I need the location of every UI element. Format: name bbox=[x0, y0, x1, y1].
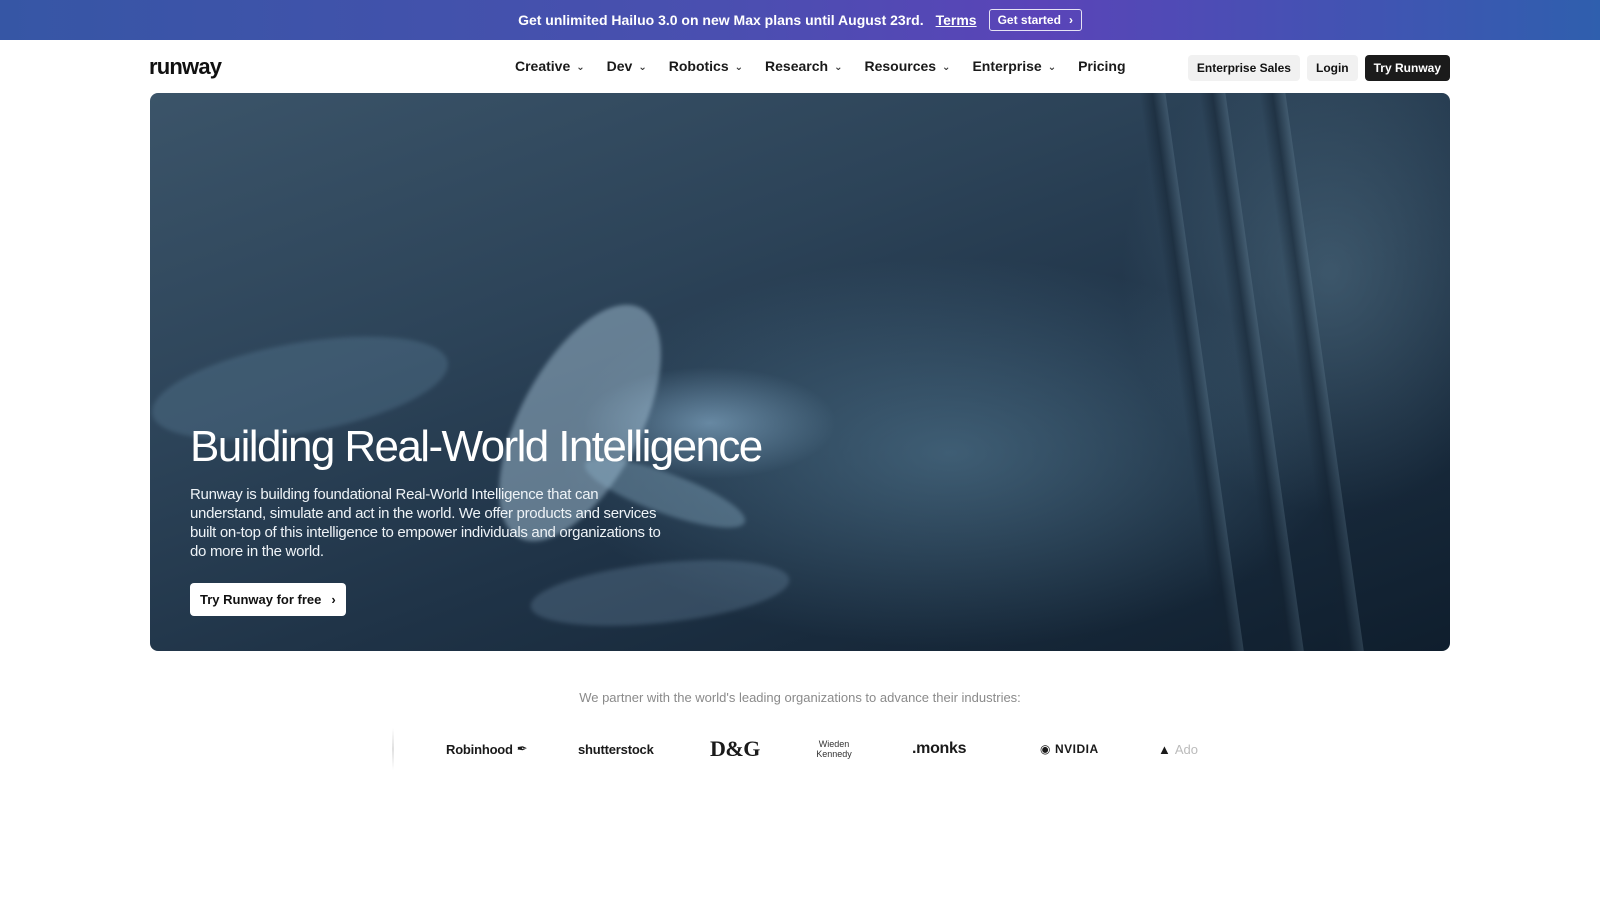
hero-description: Runway is building foundational Real-Wor… bbox=[190, 486, 661, 561]
get-started-label: Get started bbox=[997, 13, 1061, 27]
hero-title: Building Real-World Intelligence bbox=[190, 422, 763, 471]
nav-actions: Enterprise Sales Login Try Runway bbox=[1187, 55, 1450, 81]
chevron-down-icon: ⌄ bbox=[734, 61, 744, 73]
try-runway-button[interactable]: Try Runway bbox=[1364, 55, 1450, 81]
chevron-right-icon: › bbox=[1068, 13, 1073, 27]
nav-item-resources[interactable]: Resources ⌄ bbox=[864, 58, 950, 74]
nav-menu: Creative ⌄ Dev ⌄ Robotics ⌄ Research ⌄ R… bbox=[515, 58, 1126, 74]
adobe-logo: ▲ Ado bbox=[1158, 741, 1199, 757]
try-runway-free-label: Try Runway for free bbox=[200, 592, 322, 608]
nav-item-label: Enterprise bbox=[972, 58, 1042, 74]
top-navigation: runway Creative ⌄ Dev ⌄ Robotics ⌄ Resea… bbox=[0, 40, 1600, 94]
shutterstock-logo: shutterstock bbox=[578, 741, 654, 757]
nav-item-label: Pricing bbox=[1078, 58, 1126, 74]
try-runway-free-button[interactable]: Try Runway for free › bbox=[190, 583, 346, 617]
hero-content: Building Real-World Intelligence Runway … bbox=[190, 422, 890, 617]
monks-logo: .monks bbox=[912, 740, 967, 757]
nav-item-dev[interactable]: Dev ⌄ bbox=[607, 58, 647, 74]
nav-item-robotics[interactable]: Robotics ⌄ bbox=[669, 58, 743, 74]
nav-item-label: Research bbox=[765, 58, 829, 74]
partner-logo-strip: Robinhood ✒ shutterstock D&G Wieden Kenn… bbox=[392, 728, 1208, 770]
nav-item-label: Creative bbox=[515, 58, 571, 74]
nav-item-research[interactable]: Research ⌄ bbox=[765, 58, 842, 74]
adobe-icon: ▲ bbox=[1158, 741, 1171, 757]
enterprise-sales-button[interactable]: Enterprise Sales bbox=[1187, 55, 1300, 81]
partners-text: We partner with the world's leading orga… bbox=[579, 690, 1021, 705]
nav-item-enterprise[interactable]: Enterprise ⌄ bbox=[972, 58, 1056, 74]
runway-logo[interactable]: runway bbox=[149, 54, 222, 80]
announcement-banner: Get unlimited Hailuo 3.0 on new Max plan… bbox=[0, 0, 1600, 40]
chevron-down-icon: ⌄ bbox=[638, 61, 647, 73]
nav-item-pricing[interactable]: Pricing bbox=[1078, 58, 1125, 74]
nav-item-label: Robotics bbox=[668, 58, 729, 74]
nvidia-logo: ◉ NVIDIA bbox=[1040, 742, 1099, 756]
hero-section: Building Real-World Intelligence Runway … bbox=[150, 93, 1450, 651]
dg-logo: D&G bbox=[710, 736, 760, 761]
chevron-down-icon: ⌄ bbox=[834, 61, 843, 73]
chevron-down-icon: ⌄ bbox=[576, 61, 585, 73]
login-button[interactable]: Login bbox=[1306, 55, 1358, 81]
chevron-right-icon: › bbox=[331, 592, 336, 608]
chevron-down-icon: ⌄ bbox=[1047, 61, 1057, 73]
feather-icon: ✒ bbox=[516, 741, 528, 756]
banner-message: Get unlimited Hailuo 3.0 on new Max plan… bbox=[518, 12, 924, 28]
nvidia-eye-icon: ◉ bbox=[1040, 742, 1051, 756]
chevron-down-icon: ⌄ bbox=[942, 61, 951, 73]
wieden-kennedy-logo: Wieden Kennedy bbox=[816, 739, 852, 759]
get-started-button[interactable]: Get started › bbox=[988, 9, 1082, 31]
nav-item-creative[interactable]: Creative ⌄ bbox=[515, 58, 585, 74]
nav-item-label: Dev bbox=[606, 58, 633, 74]
terms-link[interactable]: Terms bbox=[936, 12, 977, 28]
nav-item-label: Resources bbox=[864, 58, 937, 74]
robinhood-logo: Robinhood ✒ bbox=[446, 741, 528, 757]
